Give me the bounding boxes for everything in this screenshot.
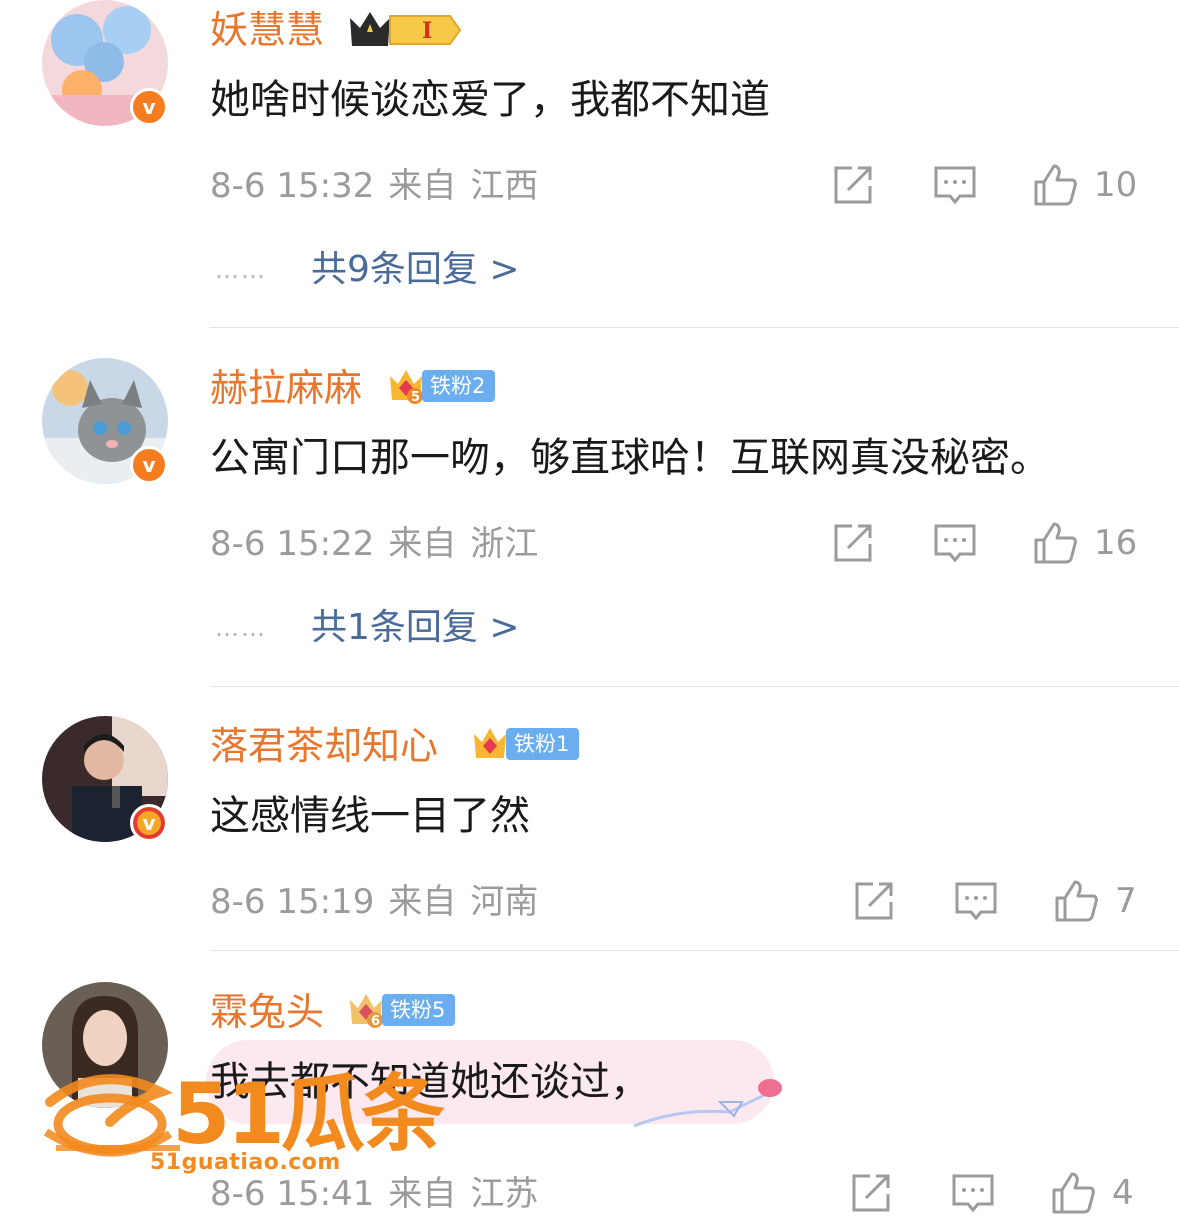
reply-count-text: 共9条回复 > [311, 249, 520, 290]
comment-meta: 8-6 15:22 来自 浙江 [210, 522, 552, 566]
view-replies-link[interactable]: …… 共1条回复 > [215, 606, 520, 650]
repost-icon [834, 524, 872, 562]
fan-badge: 6 铁粉5 [346, 990, 456, 1030]
username[interactable]: 霖兔头 [210, 990, 324, 1034]
fan-badge-label: 铁粉2 [422, 370, 496, 402]
comment-from: 来自 [388, 524, 457, 564]
comment-text: 她啥时候谈恋爱了，我都不知道 [210, 77, 770, 123]
comment-text: 公寓门口那一吻，够直球哈！互联网真没秘密。 [210, 435, 1050, 481]
fan-badge: 5 铁粉2 [386, 366, 496, 406]
reply-dots: …… [215, 256, 267, 284]
comment-meta: 8-6 15:32 来自 江西 [210, 164, 552, 208]
comment-time: 8-6 15:19 [210, 882, 375, 922]
comment-icon [934, 524, 976, 563]
like-count: 10 [1094, 165, 1138, 205]
repost-button[interactable] [830, 520, 876, 566]
crown-gem-icon [474, 728, 506, 758]
username[interactable]: 妖慧慧 [210, 8, 324, 52]
crown-gem-icon: 6 [350, 994, 383, 1029]
thumbs-up-icon [1055, 880, 1098, 922]
verified-badge: v [130, 88, 168, 126]
comment-from: 来自 [388, 882, 457, 922]
repost-button[interactable] [848, 1170, 894, 1216]
divider [210, 686, 1179, 687]
watermark-site: 51guatiao.com [150, 1150, 341, 1175]
comment-icon [955, 882, 997, 921]
fan-level: 5 [411, 390, 420, 405]
thumbs-up-icon [1052, 1172, 1095, 1214]
comment-icon [952, 1174, 994, 1213]
verified-badge: v [130, 446, 168, 484]
view-replies-link[interactable]: …… 共9条回复 > [215, 248, 520, 292]
reply-count-text: 共1条回复 > [311, 607, 520, 648]
reply-button[interactable] [932, 162, 978, 208]
fan-level: 6 [371, 1014, 380, 1029]
comment-time: 8-6 15:32 [210, 166, 375, 206]
repost-icon [855, 882, 893, 920]
divider [210, 950, 1179, 951]
comment-location: 浙江 [470, 524, 539, 564]
comment-location: 河南 [470, 882, 539, 922]
like-button[interactable]: 7 [1053, 878, 1137, 924]
comment-time: 8-6 15:22 [210, 524, 375, 564]
repost-icon [852, 1174, 890, 1212]
fan-badge: 铁粉1 [470, 724, 580, 764]
comment-meta: 8-6 15:19 来自 河南 [210, 880, 552, 924]
reply-button[interactable] [932, 520, 978, 566]
crown-gem-icon: 5 [390, 370, 423, 405]
reply-button[interactable] [953, 878, 999, 924]
comment-location: 江西 [470, 166, 539, 206]
comment-icon [934, 166, 976, 205]
like-count: 4 [1112, 1173, 1134, 1213]
comment-text: 这感情线一目了然 [210, 793, 530, 839]
repost-button[interactable] [830, 162, 876, 208]
like-count: 7 [1115, 881, 1137, 921]
repost-icon [834, 166, 872, 204]
reply-button[interactable] [950, 1170, 996, 1216]
ribbon-decoration-icon [633, 1079, 782, 1128]
like-button[interactable]: 10 [1032, 162, 1137, 208]
comment-location: 江苏 [470, 1174, 539, 1214]
crown-badge-label: I [422, 18, 432, 44]
like-button[interactable]: 4 [1050, 1170, 1134, 1216]
repost-button[interactable] [851, 878, 897, 924]
reply-dots: …… [215, 614, 267, 642]
like-count: 16 [1094, 523, 1138, 563]
fan-badge-label: 铁粉5 [382, 994, 456, 1026]
fan-badge-label: 铁粉1 [506, 728, 580, 760]
thumbs-up-icon [1034, 522, 1077, 564]
verified-badge: v [130, 804, 168, 842]
divider [210, 327, 1179, 328]
username[interactable]: 赫拉麻麻 [210, 366, 362, 410]
username[interactable]: 落君茶却知心 [210, 724, 438, 768]
thumbs-up-icon [1034, 164, 1077, 206]
like-button[interactable]: 16 [1032, 520, 1137, 566]
comment-from: 来自 [388, 166, 457, 206]
crown-badge-icon: I [350, 12, 462, 46]
watermark-logo-text: 51瓜条 [172, 1065, 445, 1163]
